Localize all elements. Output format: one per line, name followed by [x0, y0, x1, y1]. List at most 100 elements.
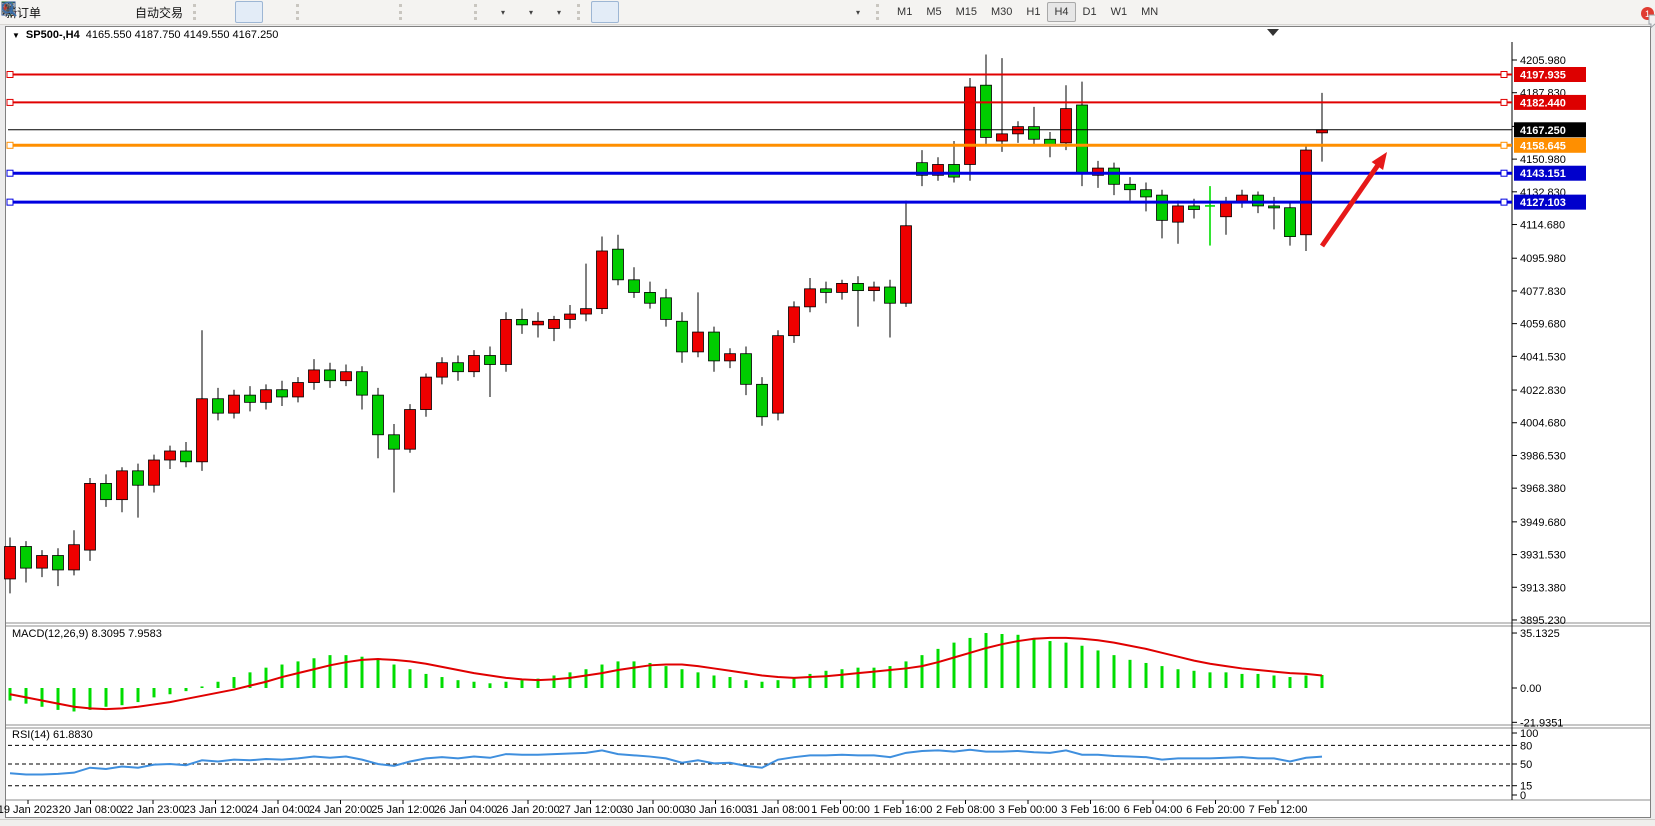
bull-candle: [469, 355, 480, 371]
auto-scroll-button[interactable]: [413, 1, 441, 23]
bear-candle: [821, 289, 832, 293]
timeframe-w1[interactable]: W1: [1104, 2, 1135, 22]
price-tick-label: 4041.530: [1520, 351, 1566, 363]
indicators-button[interactable]: ▾: [488, 1, 516, 23]
time-axis-label: 24 Jan 20:00: [309, 804, 373, 816]
toolbar-grip: [876, 4, 886, 20]
bull-candle: [229, 395, 240, 413]
bear-candle: [1109, 168, 1120, 184]
templates-button[interactable]: ▾: [544, 1, 572, 23]
chart-shift-marker[interactable]: [1267, 29, 1279, 36]
time-axis-label: 22 Jan 23:00: [121, 804, 185, 816]
time-axis-label: 26 Jan 20:00: [496, 804, 560, 816]
line-handle[interactable]: [7, 142, 13, 148]
arrows-tool-button[interactable]: ▾: [843, 1, 871, 23]
bar-chart-button[interactable]: [207, 1, 235, 23]
panel-separators: [6, 42, 1650, 800]
time-axis-label: 1 Feb 00:00: [811, 804, 870, 816]
crosshair-tool-button[interactable]: [619, 1, 647, 23]
svg-text:4197.935: 4197.935: [1520, 69, 1566, 81]
timeframe-m1[interactable]: M1: [890, 2, 919, 22]
price-tick-label: 4022.830: [1520, 385, 1566, 397]
search-icon[interactable]: [0, 0, 18, 18]
trendline-tool-button[interactable]: [703, 1, 731, 23]
bull-candle: [309, 370, 320, 383]
bear-candle: [325, 370, 336, 381]
fibonacci-tool-button[interactable]: F: [759, 1, 787, 23]
auto-trading-button[interactable]: 自动交易: [130, 1, 188, 23]
bull-candle: [773, 336, 784, 413]
zoom-out-button[interactable]: [338, 1, 366, 23]
zoom-group: [310, 1, 394, 23]
line-handle[interactable]: [7, 199, 13, 205]
timeframe-m5[interactable]: M5: [919, 2, 948, 22]
bear-candle: [245, 395, 256, 402]
chart-ohlc-values: 4165.550 4187.750 4149.550 4167.250: [86, 29, 279, 41]
svg-text:4158.645: 4158.645: [1520, 140, 1566, 152]
timeframe-h4[interactable]: H4: [1047, 2, 1075, 22]
bull-candle: [149, 460, 160, 485]
timeframe-m15[interactable]: M15: [949, 2, 984, 22]
line-handle[interactable]: [1501, 170, 1507, 176]
line-handle[interactable]: [1501, 199, 1507, 205]
candlestick-chart-button[interactable]: [235, 1, 263, 23]
svg-text:4127.103: 4127.103: [1520, 197, 1566, 209]
rsi-level-label: 50: [1520, 759, 1532, 771]
bull-candle: [1301, 150, 1312, 235]
bull-candle: [805, 289, 816, 307]
bull-candle: [197, 399, 208, 462]
line-handle[interactable]: [1501, 71, 1507, 77]
dropdown-caret-icon: ▾: [557, 8, 561, 17]
time-axis-label: 1 Feb 16:00: [874, 804, 933, 816]
timeframe-m30[interactable]: M30: [984, 2, 1019, 22]
line-handle[interactable]: [7, 170, 13, 176]
timeframe-group: M1 M5 M15 M30 H1 H4 D1 W1 MN: [890, 1, 1165, 23]
chart-shift-button[interactable]: [441, 1, 469, 23]
collapse-triangle-icon[interactable]: ▼: [12, 31, 20, 40]
bear-candle: [1269, 206, 1280, 208]
market-watch-button[interactable]: [74, 1, 102, 23]
horizontal-line-tool-button[interactable]: [675, 1, 703, 23]
timeframe-h1[interactable]: H1: [1019, 2, 1047, 22]
bull-candle: [901, 226, 912, 303]
horizontal-lines-layer[interactable]: [7, 71, 1512, 205]
cursor-tool-button[interactable]: [591, 1, 619, 23]
bull-candle: [725, 354, 736, 361]
time-axis-label: 7 Feb 12:00: [1249, 804, 1308, 816]
charts-stack-button[interactable]: [46, 1, 74, 23]
signal-button[interactable]: [102, 1, 130, 23]
bear-candle: [357, 372, 368, 395]
text-label-tool-button[interactable]: T: [815, 1, 843, 23]
time-axis-label: 3 Feb 00:00: [999, 804, 1058, 816]
dropdown-caret-icon: ▾: [501, 8, 505, 17]
price-chart-canvas[interactable]: 4205.9804187.8304169.1304150.9804132.830…: [0, 0, 1655, 825]
text-tool-button[interactable]: A: [787, 1, 815, 23]
time-axis: 19 Jan 202320 Jan 08:0022 Jan 23:0023 Ja…: [0, 800, 1307, 816]
line-chart-button[interactable]: [263, 1, 291, 23]
macd-scale-label: 0.00: [1520, 683, 1541, 695]
bull-candle: [341, 372, 352, 381]
bull-candle: [421, 377, 432, 409]
vertical-line-tool-button[interactable]: [647, 1, 675, 23]
rsi-values: 61.8830: [53, 729, 93, 741]
rsi-level-label: 0: [1520, 790, 1526, 802]
channel-tool-button[interactable]: E: [731, 1, 759, 23]
line-handle[interactable]: [7, 71, 13, 77]
bear-candle: [1189, 206, 1200, 210]
line-handle[interactable]: [1501, 99, 1507, 105]
line-handle[interactable]: [7, 99, 13, 105]
bear-candle: [677, 321, 688, 352]
bull-candle: [533, 321, 544, 325]
bull-candle: [997, 134, 1008, 141]
tile-windows-button[interactable]: [366, 1, 394, 23]
time-axis-label: 31 Jan 08:00: [746, 804, 810, 816]
timeframe-mn[interactable]: MN: [1134, 2, 1165, 22]
bear-candle: [213, 399, 224, 413]
timeframe-d1[interactable]: D1: [1076, 2, 1104, 22]
line-handle[interactable]: [1501, 142, 1507, 148]
bull-candle: [501, 319, 512, 364]
trend-arrow[interactable]: [1322, 152, 1387, 246]
zoom-in-button[interactable]: [310, 1, 338, 23]
periods-button[interactable]: ▾: [516, 1, 544, 23]
time-axis-label: 19 Jan 2023: [0, 804, 58, 816]
